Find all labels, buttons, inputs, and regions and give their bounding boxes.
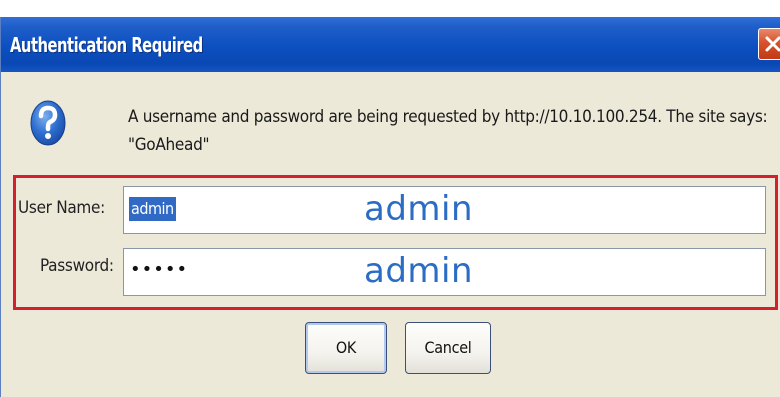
title-bar[interactable]: Authentication Required: [1, 17, 780, 72]
close-icon: [765, 36, 780, 52]
auth-message-line-1: A username and password are being reques…: [128, 107, 768, 127]
password-label: Password:: [40, 256, 114, 276]
close-button[interactable]: [758, 28, 780, 60]
username-value: admin: [129, 197, 176, 221]
ok-button[interactable]: OK: [305, 322, 387, 374]
username-annotation: admin: [364, 189, 474, 229]
password-masked-value: •••••: [130, 259, 189, 280]
password-input[interactable]: ••••• admin: [123, 248, 766, 296]
dialog-title: Authentication Required: [10, 33, 203, 57]
auth-message: A username and password are being reques…: [128, 103, 768, 159]
username-label: User Name:: [18, 198, 105, 218]
password-annotation: admin: [364, 251, 474, 291]
cancel-button[interactable]: Cancel: [405, 322, 491, 374]
question-mark-icon: [30, 100, 66, 146]
username-input[interactable]: admin admin: [123, 186, 766, 234]
auth-message-line-2: "GoAhead": [128, 135, 210, 155]
screenshot-frame: Authentication Required A username and p…: [0, 0, 780, 397]
